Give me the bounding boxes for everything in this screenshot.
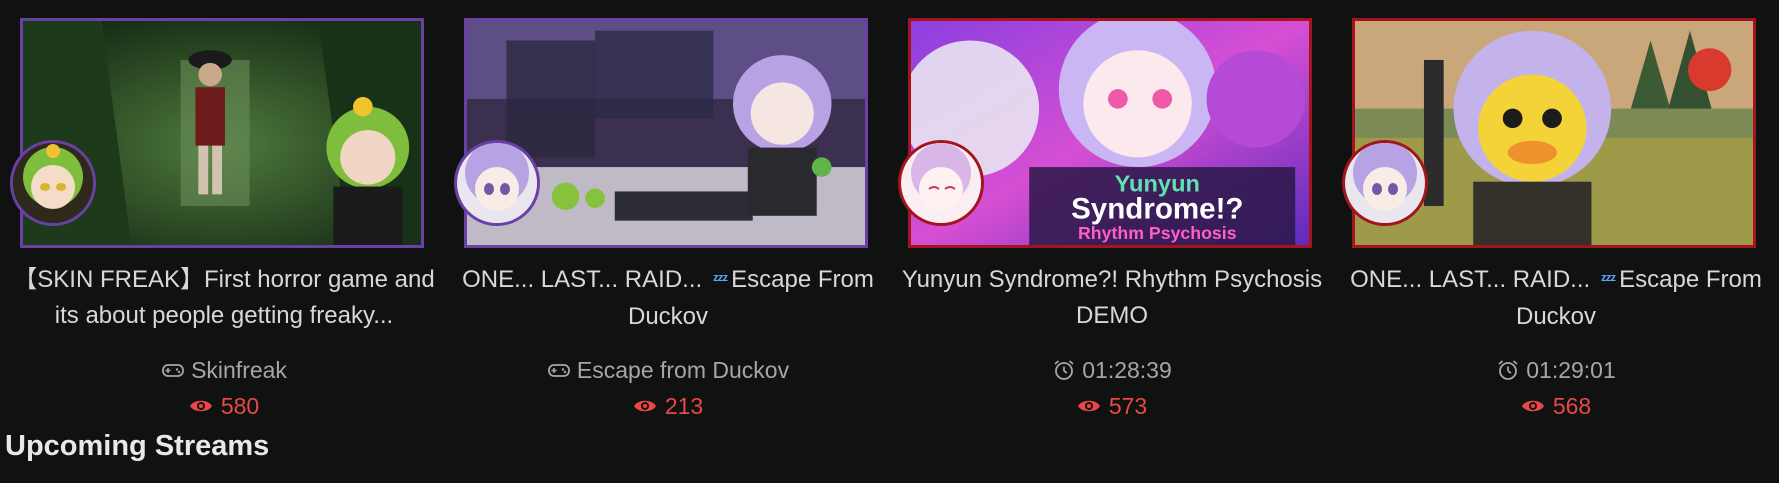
alarm-clock-icon [1498,360,1518,380]
game-name: Escape from Duckov [576,357,790,383]
stream-grid: 【SKIN FREAK】First horror game and its ab… [0,0,1779,420]
viewer-count: 213 [454,391,882,421]
viewer-count-value: 568 [1552,393,1592,419]
stream-card[interactable]: Yunyun Syndrome!? Rhythm Psychosis Yunyu… [898,16,1322,419]
gamepad-icon [162,364,184,377]
viewer-count: 568 [1342,391,1770,421]
eye-icon [189,400,212,412]
stream-duration: 01:29:01 [1342,355,1770,385]
viewer-count: 580 [10,391,438,421]
viewer-count-value: 573 [1108,393,1148,419]
stream-title[interactable]: Yunyun Syndrome?! Rhythm Psychosis DEMO [898,262,1326,334]
stream-duration: 01:28:39 [898,355,1326,385]
section-heading-upcoming: Upcoming Streams [5,430,270,462]
streamer-avatar[interactable] [454,140,540,226]
eye-icon [633,400,656,412]
viewer-count-value: 213 [664,393,704,419]
stream-card[interactable]: ONE... LAST... RAID... ᶻᶻᶻ Escape From Du… [1342,16,1762,419]
viewer-count: 573 [898,391,1326,421]
sleep-emoji-icon: ᶻᶻᶻ [712,272,728,289]
streamer-avatar[interactable] [898,140,984,226]
duration-value: 01:28:39 [1082,357,1172,383]
alarm-clock-icon [1054,360,1074,380]
duration-value: 01:29:01 [1526,357,1616,383]
sleep-emoji-icon: ᶻᶻᶻ [1600,272,1616,289]
eye-icon [1077,400,1100,412]
stream-title[interactable]: 【SKIN FREAK】First horror game and its ab… [10,262,438,334]
streamer-avatar[interactable] [10,140,96,226]
game-name: Skinfreak [191,357,287,383]
thumb-logo-line3: Rhythm Psychosis [1078,223,1237,243]
stream-card[interactable]: 【SKIN FREAK】First horror game and its ab… [10,16,435,419]
thumb-logo-line2: Syndrome!? [1071,193,1243,226]
stream-title[interactable]: ONE... LAST... RAID... ᶻᶻᶻ Escape From Du… [454,262,882,335]
stream-title-main: ONE... LAST... RAID... [1350,266,1591,293]
streamer-avatar[interactable] [1342,140,1428,226]
stream-game[interactable]: Escape from Duckov [454,355,882,385]
stream-game[interactable]: Skinfreak [10,355,438,385]
stream-title[interactable]: ONE... LAST... RAID... ᶻᶻᶻ Escape From Du… [1342,262,1770,335]
stream-title-main: ONE... LAST... RAID... [462,266,703,293]
eye-icon [1521,400,1544,412]
viewer-count-value: 580 [220,393,260,419]
stream-card[interactable]: ONE... LAST... RAID... ᶻᶻᶻ Escape From Du… [454,16,874,419]
gamepad-icon [547,364,570,377]
